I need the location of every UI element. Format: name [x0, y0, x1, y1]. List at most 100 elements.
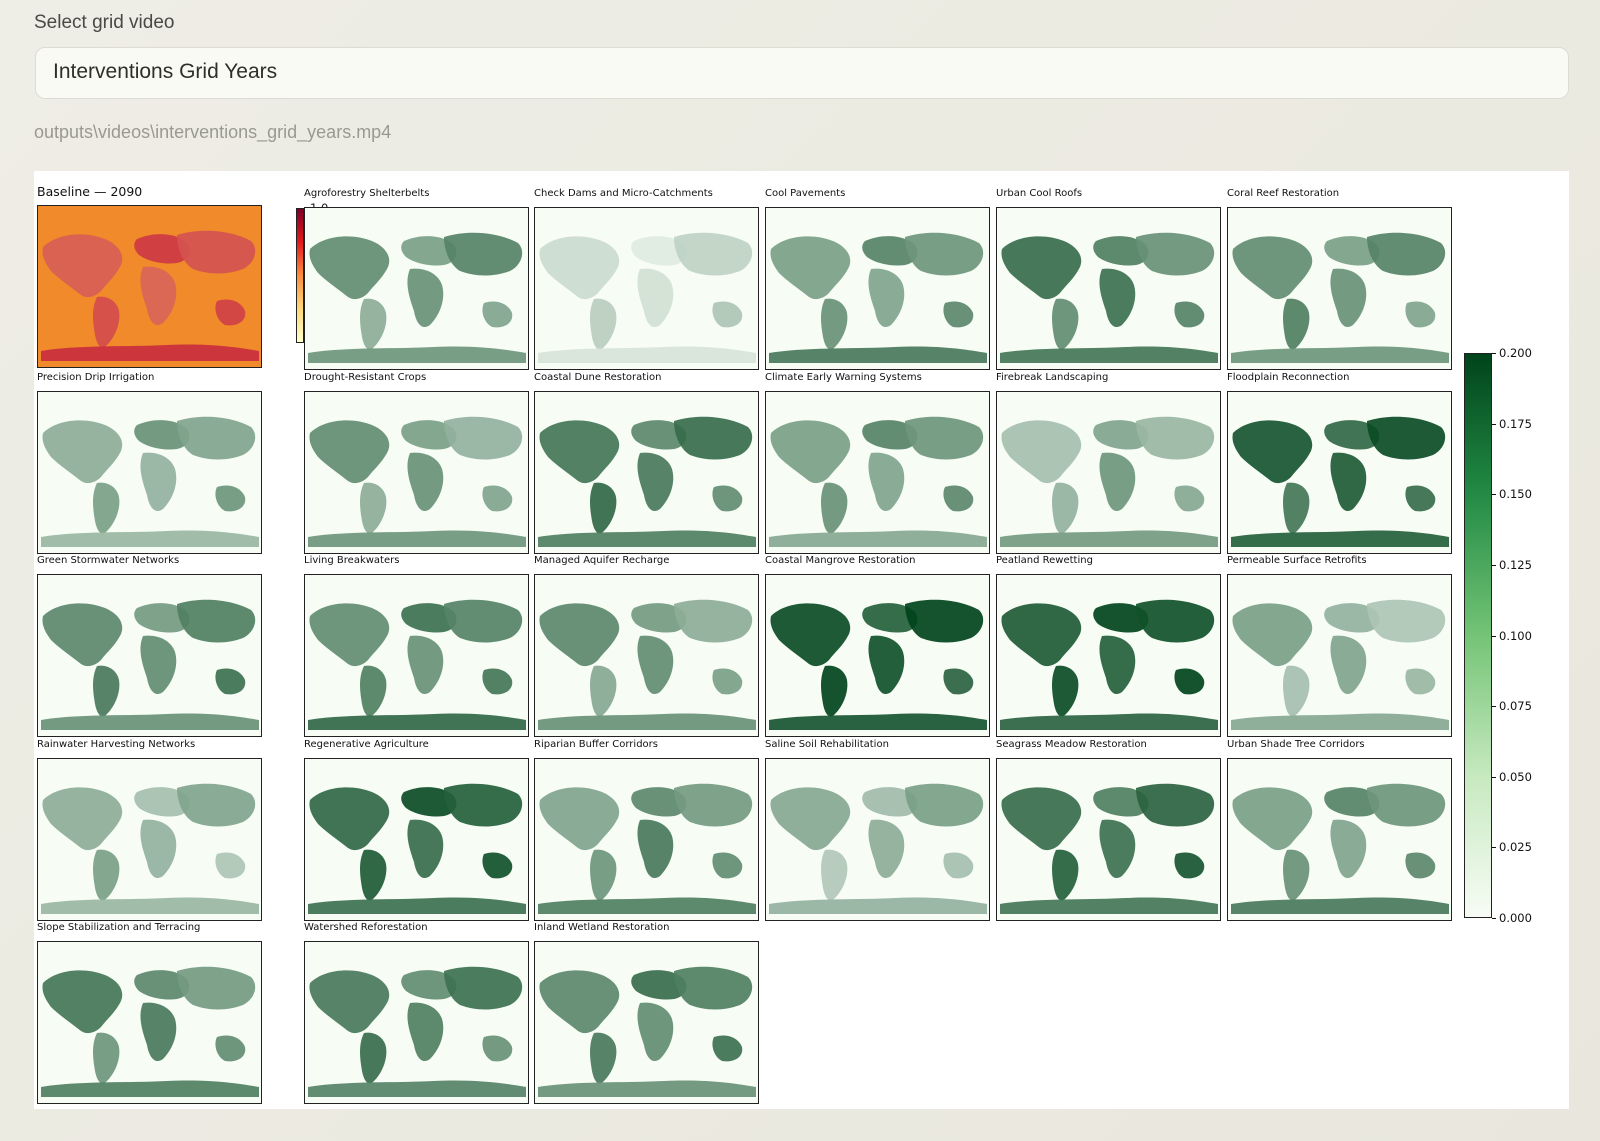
interventions-colorbar-tickmark — [1492, 423, 1496, 425]
intervention-heatmap — [765, 391, 990, 554]
baseline-panel: Baseline — 2090 — [37, 184, 262, 368]
panel-title: Green Stormwater Networks — [37, 555, 180, 566]
intervention-heatmap — [37, 391, 262, 554]
interventions-colorbar-tick-label: 0.025 — [1499, 840, 1532, 855]
intervention-panel: Regenerative Agriculture — [304, 739, 529, 921]
intervention-heatmap — [534, 574, 759, 737]
interventions-colorbar-tick-label: 0.125 — [1499, 557, 1532, 572]
intervention-heatmap — [534, 941, 759, 1104]
intervention-panel: Climate Early Warning Systems — [765, 372, 990, 554]
intervention-heatmap — [534, 391, 759, 554]
intervention-panel: Urban Shade Tree Corridors — [1227, 739, 1452, 921]
intervention-panel: Riparian Buffer Corridors — [534, 739, 759, 921]
intervention-panel: Drought-Resistant Crops — [304, 372, 529, 554]
panel-title: Managed Aquifer Recharge — [534, 555, 670, 566]
intervention-panel: Coastal Mangrove Restoration — [765, 555, 990, 737]
panel-title: Precision Drip Irrigation — [37, 372, 155, 383]
intervention-heatmap — [37, 758, 262, 921]
panel-title: Floodplain Reconnection — [1227, 372, 1350, 383]
panel-title: Climate Early Warning Systems — [765, 372, 922, 383]
interventions-colorbar-tick-label: 0.075 — [1499, 699, 1532, 714]
intervention-heatmap — [534, 758, 759, 921]
intervention-heatmap — [37, 941, 262, 1104]
intervention-heatmap — [996, 207, 1221, 370]
panel-title: Peatland Rewetting — [996, 555, 1093, 566]
intervention-panel: Seagrass Meadow Restoration — [996, 739, 1221, 921]
interventions-colorbar-tickmark — [1492, 847, 1496, 849]
intervention-panel: Saline Soil Rehabilitation — [765, 739, 990, 921]
panel-title: Riparian Buffer Corridors — [534, 739, 658, 750]
intervention-panel: Urban Cool Roofs — [996, 188, 1221, 370]
baseline-heatmap — [37, 205, 262, 368]
panel-title: Coral Reef Restoration — [1227, 188, 1340, 199]
panel-title: Coastal Dune Restoration — [534, 372, 662, 383]
interventions-colorbar-tick-label: 0.175 — [1499, 416, 1532, 431]
interventions-colorbar-tickmark — [1492, 635, 1496, 637]
panel-title: Permeable Surface Retrofits — [1227, 555, 1367, 566]
intervention-heatmap — [1227, 391, 1452, 554]
panel-title: Firebreak Landscaping — [996, 372, 1109, 383]
intervention-heatmap — [765, 758, 990, 921]
intervention-panel: Coastal Dune Restoration — [534, 372, 759, 554]
intervention-heatmap — [996, 391, 1221, 554]
intervention-heatmap — [304, 941, 529, 1104]
panel-title: Urban Shade Tree Corridors — [1227, 739, 1365, 750]
panel-title: Baseline — 2090 — [37, 184, 143, 199]
video-file-path: outputs\videos\interventions_grid_years.… — [34, 122, 392, 142]
intervention-panel: Rainwater Harvesting Networks — [37, 739, 262, 921]
intervention-heatmap — [1227, 758, 1452, 921]
interventions-colorbar-tick-label: 0.100 — [1499, 628, 1532, 643]
panel-title: Urban Cool Roofs — [996, 188, 1083, 199]
interventions-colorbar-tick-label: 0.000 — [1499, 911, 1532, 925]
intervention-heatmap — [765, 574, 990, 737]
interventions-colorbar-tick-label: 0.150 — [1499, 487, 1532, 502]
intervention-panel: Precision Drip Irrigation — [37, 372, 262, 554]
intervention-panel: Living Breakwaters — [304, 555, 529, 737]
panel-title: Watershed Reforestation — [304, 922, 428, 933]
panel-title: Cool Pavements — [765, 188, 846, 199]
interventions-colorbar-tickmark — [1492, 564, 1496, 566]
panel-title: Drought-Resistant Crops — [304, 372, 427, 383]
intervention-panel: Managed Aquifer Recharge — [534, 555, 759, 737]
intervention-panel: Floodplain Reconnection — [1227, 372, 1452, 554]
panel-title: Check Dams and Micro-Catchments — [534, 188, 713, 199]
baseline-colorbar — [296, 208, 304, 343]
intervention-panel: Agroforestry Shelterbelts — [304, 188, 529, 370]
intervention-heatmap — [1227, 207, 1452, 370]
intervention-panel: Check Dams and Micro-Catchments — [534, 188, 759, 370]
intervention-heatmap — [1227, 574, 1452, 737]
intervention-heatmap — [37, 574, 262, 737]
grid-video-frame[interactable]: Baseline — 20900.00.20.40.60.81.0Agrofor… — [34, 171, 1569, 1109]
intervention-heatmap — [304, 758, 529, 921]
panel-title: Seagrass Meadow Restoration — [996, 739, 1147, 750]
panel-title: Rainwater Harvesting Networks — [37, 739, 196, 750]
intervention-heatmap — [765, 207, 990, 370]
intervention-heatmap — [304, 391, 529, 554]
grid-video-select[interactable]: Interventions Grid Years — [35, 47, 1569, 99]
intervention-panel: Peatland Rewetting — [996, 555, 1221, 737]
interventions-colorbar-tick-label: 0.050 — [1499, 769, 1532, 784]
interventions-colorbar-tick-label: 0.200 — [1499, 346, 1532, 360]
interventions-colorbar-tickmark — [1492, 918, 1496, 919]
panel-title: Agroforestry Shelterbelts — [304, 188, 430, 199]
interventions-colorbar-tickmark — [1492, 353, 1496, 354]
interventions-colorbar — [1464, 353, 1492, 918]
interventions-colorbar-tickmark — [1492, 706, 1496, 708]
grid-video-select-value: Interventions Grid Years — [53, 60, 278, 83]
intervention-heatmap — [996, 574, 1221, 737]
intervention-panel: Green Stormwater Networks — [37, 555, 262, 737]
intervention-panel: Permeable Surface Retrofits — [1227, 555, 1452, 737]
panel-title: Living Breakwaters — [304, 555, 400, 566]
intervention-panel: Firebreak Landscaping — [996, 372, 1221, 554]
intervention-panel: Cool Pavements — [765, 188, 990, 370]
intervention-panel: Slope Stabilization and Terracing — [37, 922, 262, 1104]
intervention-panel: Watershed Reforestation — [304, 922, 529, 1104]
intervention-heatmap — [304, 574, 529, 737]
intervention-panel: Coral Reef Restoration — [1227, 188, 1452, 370]
panel-title: Regenerative Agriculture — [304, 739, 429, 750]
intervention-heatmap — [534, 207, 759, 370]
panel-title: Slope Stabilization and Terracing — [37, 922, 201, 933]
intervention-heatmap — [996, 758, 1221, 921]
panel-title: Inland Wetland Restoration — [534, 922, 670, 933]
intervention-panel: Inland Wetland Restoration — [534, 922, 759, 1104]
